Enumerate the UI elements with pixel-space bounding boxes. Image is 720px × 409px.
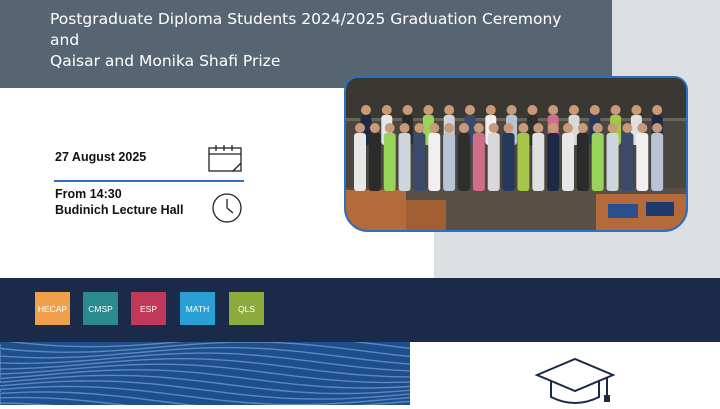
person-head [631, 105, 642, 115]
person-head [473, 123, 484, 133]
wave-line [0, 385, 410, 405]
person-head [381, 105, 392, 115]
dept-tag-cmsp: CMSP [83, 292, 118, 325]
person-body [517, 133, 530, 191]
person-head [563, 123, 573, 133]
person-head [610, 105, 621, 115]
person-head [399, 123, 410, 133]
person-head [459, 123, 469, 133]
person-body [472, 133, 485, 191]
person-head [429, 123, 440, 133]
person-head [637, 123, 648, 133]
title-banner: Postgraduate Diploma Students 2024/2025 … [0, 0, 612, 88]
person-head [423, 105, 434, 115]
person-body [547, 133, 560, 191]
person-body [383, 133, 396, 191]
waves-decoration [0, 342, 410, 405]
person-head [533, 123, 544, 133]
person-body [502, 133, 515, 191]
wave-line [0, 374, 410, 395]
person-body [428, 133, 441, 191]
person-head [402, 105, 413, 115]
person-body [591, 133, 604, 191]
group-photo [344, 76, 688, 232]
event-venue: Budinich Lecture Hall [55, 203, 184, 217]
person-head [569, 105, 579, 115]
person-body [562, 133, 574, 191]
person-head [548, 105, 559, 115]
person-head [444, 123, 455, 133]
wave-line [0, 342, 410, 358]
person-head [361, 105, 371, 115]
group-photo-illustration [346, 78, 686, 230]
calendar-icon [207, 143, 243, 177]
wave-line [0, 352, 410, 372]
person-body [398, 133, 411, 191]
dept-tag-qls: QLS [229, 292, 264, 325]
clock-icon [211, 192, 243, 228]
person-body [621, 133, 634, 191]
person-head [485, 105, 496, 115]
person-head [622, 123, 633, 133]
person-body [368, 133, 381, 191]
person-body [606, 133, 619, 191]
graduation-cap-icon [534, 357, 616, 409]
person-head [355, 123, 365, 133]
person-head [607, 123, 618, 133]
person-head [444, 105, 455, 115]
event-date: 27 August 2025 [55, 150, 147, 164]
person-body [487, 133, 500, 191]
person-head [465, 105, 475, 115]
wave-line [0, 380, 410, 400]
person-head [592, 123, 603, 133]
dept-tag-math: MATH [180, 292, 215, 325]
person-head [548, 123, 559, 133]
person-head [384, 123, 395, 133]
person-body [532, 133, 545, 191]
person-head [414, 123, 425, 133]
person-body [458, 133, 470, 191]
person-body [651, 133, 664, 191]
person-body [413, 133, 426, 191]
person-body [354, 133, 366, 191]
dept-tag-hecap: HECAP [35, 292, 70, 325]
info-divider [54, 180, 244, 182]
title-line-3: Qaisar and Monika Shafi Prize [50, 52, 281, 70]
title-line-1: Postgraduate Diploma Students 2024/2025 … [50, 10, 562, 28]
person-body [576, 133, 589, 191]
person-head [503, 123, 514, 133]
person-head [577, 123, 588, 133]
person-body [636, 133, 649, 191]
person-head [369, 123, 380, 133]
person-head [488, 123, 499, 133]
person-head [527, 105, 538, 115]
person-head [652, 105, 663, 115]
wave-line [0, 369, 410, 389]
person-head [652, 123, 663, 133]
event-time: From 14:30 [55, 187, 122, 201]
person-head [506, 105, 517, 115]
person-head [589, 105, 600, 115]
dept-tag-esp: ESP [131, 292, 166, 325]
person-body [443, 133, 456, 191]
title-line-2: and [50, 31, 80, 49]
person-head [518, 123, 529, 133]
